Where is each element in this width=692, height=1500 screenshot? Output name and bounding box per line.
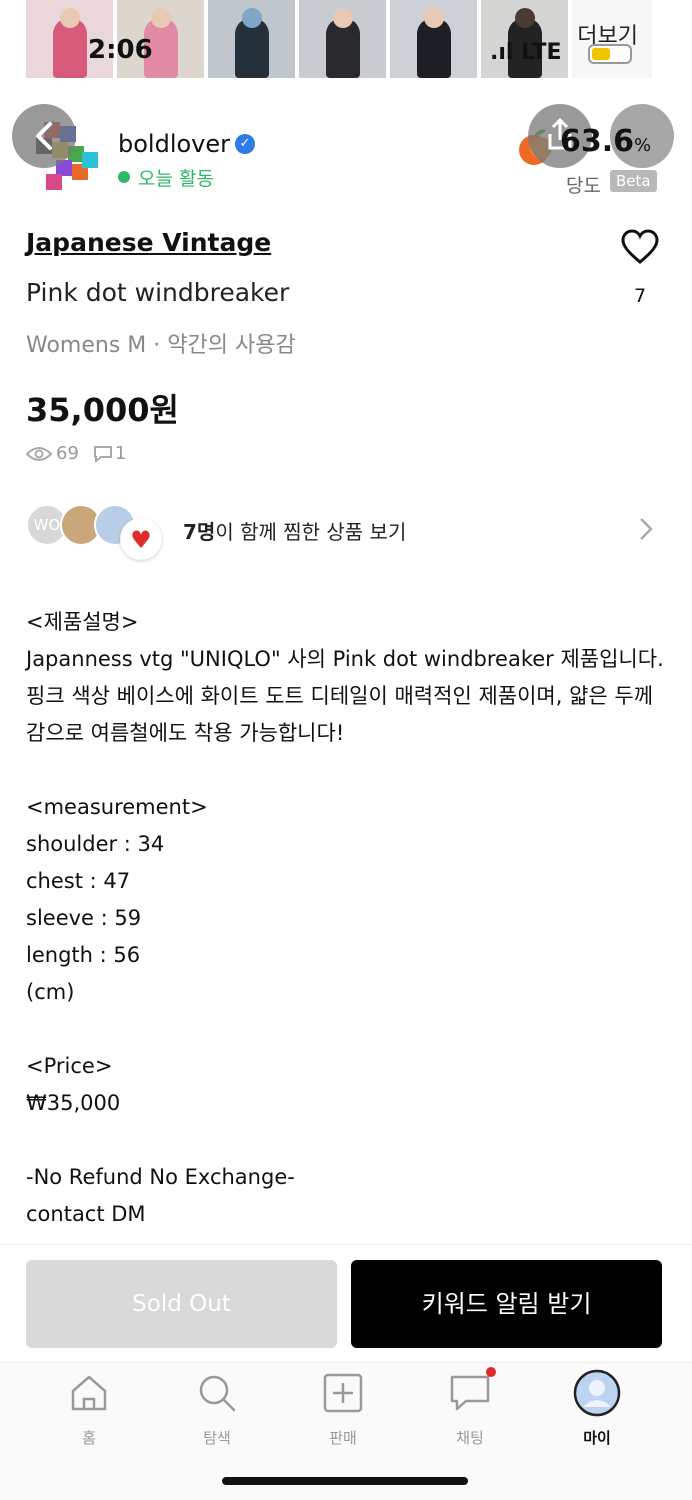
desc-line: chest : 47 xyxy=(26,869,131,893)
desc-line: <Price> xyxy=(26,1054,113,1078)
battery-icon xyxy=(588,44,632,64)
comment-icon xyxy=(93,445,112,463)
chat-bubble-icon xyxy=(448,1367,496,1415)
desc-line xyxy=(26,752,666,789)
liked-together-label: 7명이 함께 찜한 상품 보기 xyxy=(183,520,407,544)
home-icon xyxy=(67,1371,111,1415)
tab-chat[interactable]: 채팅 xyxy=(425,1367,515,1448)
desc-line: sleeve : 59 xyxy=(26,906,142,930)
desc-line: Japanness vtg "UNIQLO" 사의 Pink dot windb… xyxy=(26,647,664,745)
seller-name[interactable]: boldlover xyxy=(118,130,230,158)
tab-label: 채팅 xyxy=(456,1429,484,1447)
keyword-alert-button[interactable]: 키워드 알림 받기 xyxy=(351,1260,662,1348)
heart-badge-icon: ♥ xyxy=(120,518,162,560)
desc-line: length : 56 xyxy=(26,943,141,967)
home-indicator xyxy=(222,1477,468,1485)
online-status-dot xyxy=(118,171,130,183)
thumbnail-4[interactable] xyxy=(299,0,386,78)
thumbnail-3[interactable] xyxy=(208,0,295,78)
liked-together-row[interactable]: WO ♥ 7명이 함께 찜한 상품 보기 xyxy=(26,500,662,560)
more-images-button[interactable]: 더보기 xyxy=(572,0,652,78)
brand-link[interactable]: Japanese Vintage xyxy=(26,228,271,257)
thumbnail-5[interactable] xyxy=(390,0,477,78)
status-bar-time: 2:06 xyxy=(88,35,153,65)
product-meta: Womens M · 약간의 사용감 xyxy=(26,333,296,358)
product-price: 35,000원 xyxy=(26,391,179,429)
score-label: 당도 xyxy=(566,175,601,197)
plus-square-icon xyxy=(321,1371,365,1415)
desc-line: ₩35,000 xyxy=(26,1091,121,1115)
product-stats: 69 1 xyxy=(26,443,126,464)
tab-my[interactable]: 마이 xyxy=(552,1369,642,1448)
tab-sell[interactable]: 판매 xyxy=(298,1371,388,1448)
search-icon xyxy=(195,1371,239,1415)
tab-label: 마이 xyxy=(583,1429,611,1447)
tab-label: 홈 xyxy=(82,1429,96,1447)
thumbnail-6[interactable] xyxy=(481,0,568,78)
chevron-right-icon xyxy=(640,518,653,540)
tab-label: 탐색 xyxy=(203,1429,231,1447)
tab-search[interactable]: 탐색 xyxy=(172,1371,262,1448)
desc-line xyxy=(26,1122,666,1159)
desc-line: -No Refund No Exchange- xyxy=(26,1165,295,1189)
seller-score: 63.6% xyxy=(560,124,652,159)
tab-label: 판매 xyxy=(329,1429,357,1447)
product-title: Pink dot windbreaker xyxy=(26,278,290,307)
notification-dot xyxy=(486,1367,496,1377)
verified-badge-icon: ✓ xyxy=(235,134,255,154)
eye-icon xyxy=(26,446,52,461)
profile-avatar-icon xyxy=(573,1369,621,1417)
sold-out-button[interactable]: Sold Out xyxy=(26,1260,337,1348)
product-description: <제품설명> Japanness vtg "UNIQLO" 사의 Pink do… xyxy=(26,604,666,1233)
status-bar-network: .ıl LTE xyxy=(490,40,562,65)
seller-activity: 오늘 활동 xyxy=(138,168,214,190)
desc-line: <제품설명> xyxy=(26,610,139,634)
desc-line: shoulder : 34 xyxy=(26,832,165,856)
desc-line xyxy=(26,1011,666,1048)
comment-count: 1 xyxy=(114,443,127,464)
view-count: 69 xyxy=(56,443,79,464)
chevron-left-icon xyxy=(36,122,52,150)
desc-line: contact DM xyxy=(26,1202,146,1226)
heart-icon[interactable] xyxy=(620,228,660,266)
back-button[interactable] xyxy=(12,104,76,168)
beta-badge: Beta xyxy=(610,170,657,192)
like-count: 7 xyxy=(634,285,647,307)
action-bar: Sold Out 키워드 알림 받기 xyxy=(0,1244,692,1362)
desc-line: (cm) xyxy=(26,980,75,1004)
tab-home[interactable]: 홈 xyxy=(44,1371,134,1448)
desc-line: <measurement> xyxy=(26,795,208,819)
